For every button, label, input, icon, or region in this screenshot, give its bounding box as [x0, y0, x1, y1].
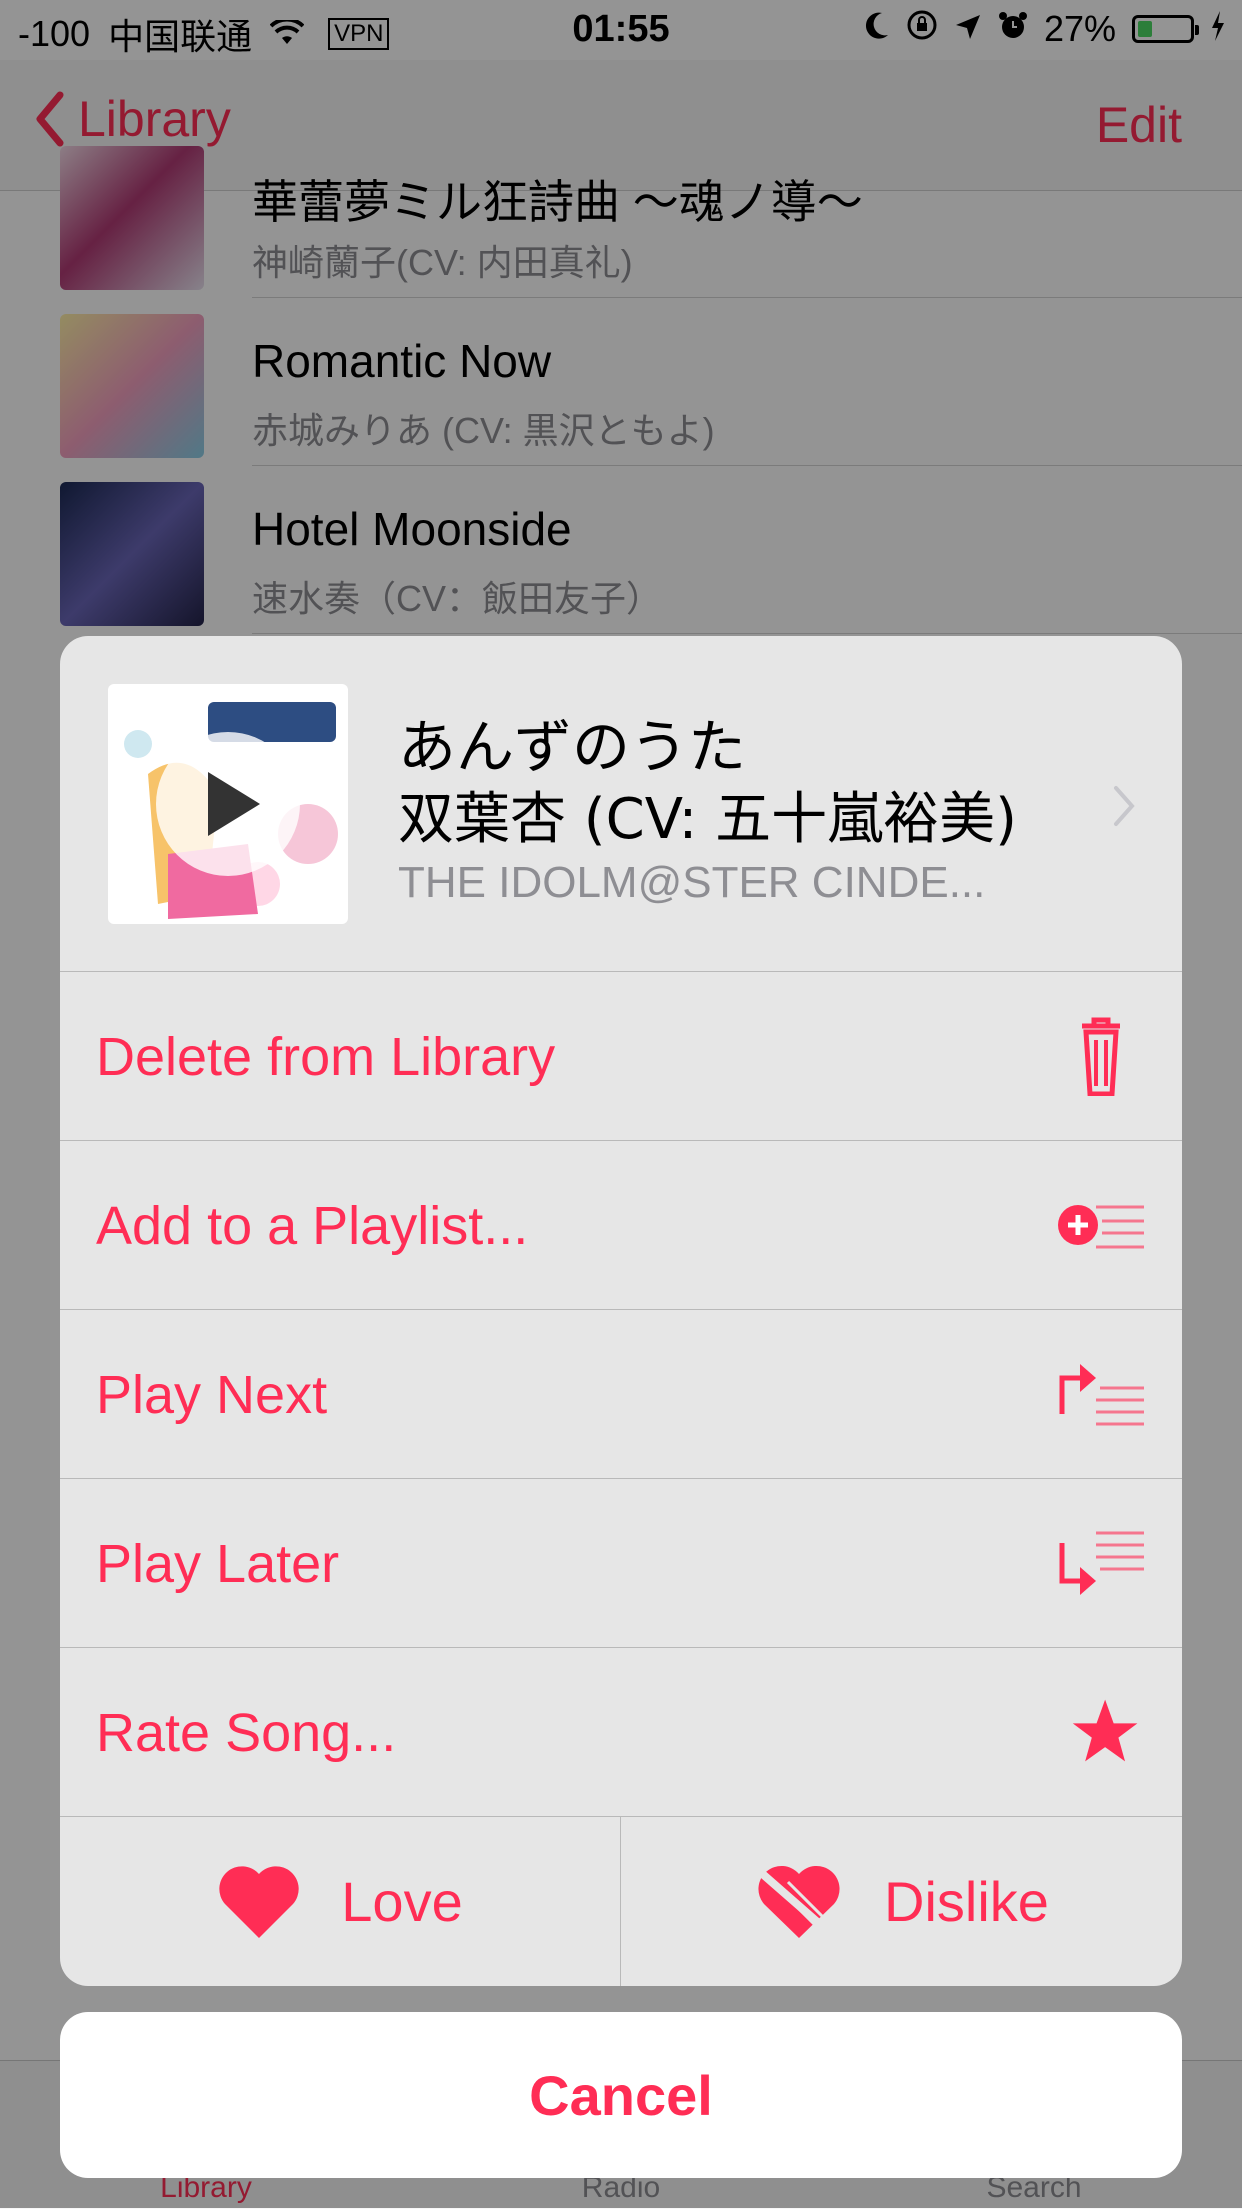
love-dislike-row: Love Dislike	[60, 1817, 1182, 1986]
heart-icon	[219, 1865, 299, 1938]
sheet-song-title: あんずのうた	[398, 713, 747, 781]
now-playing-header[interactable]: あんずのうた 双葉杏 (CV: 五十嵐裕美) THE IDOLM@STER CI…	[60, 636, 1182, 972]
add-to-playlist-icon	[1056, 1185, 1146, 1265]
love-label: Love	[341, 1870, 463, 1933]
play-later-icon	[1056, 1523, 1146, 1603]
love-button[interactable]: Love	[60, 1817, 621, 1986]
dislike-button[interactable]: Dislike	[621, 1817, 1182, 1986]
cancel-label: Cancel	[529, 2063, 713, 2127]
sheet-album-name: THE IDOLM@STER CINDE...	[398, 858, 986, 907]
play-next-button[interactable]: Play Next	[60, 1310, 1182, 1479]
play-later-button[interactable]: Play Later	[60, 1479, 1182, 1648]
action-label: Rate Song...	[96, 1703, 397, 1763]
album-art	[108, 684, 348, 924]
sheet-song-artist: 双葉杏 (CV: 五十嵐裕美)	[398, 787, 1018, 852]
action-label: Delete from Library	[96, 1027, 556, 1087]
play-next-icon	[1056, 1354, 1146, 1434]
rate-song-button[interactable]: Rate Song...	[60, 1648, 1182, 1817]
action-sheet: あんずのうた 双葉杏 (CV: 五十嵐裕美) THE IDOLM@STER CI…	[60, 636, 1182, 1986]
action-label: Add to a Playlist...	[96, 1196, 529, 1256]
chevron-right-icon	[1112, 784, 1136, 833]
add-to-playlist-button[interactable]: Add to a Playlist...	[60, 1141, 1182, 1310]
dislike-label: Dislike	[884, 1870, 1049, 1933]
broken-heart-icon	[755, 1865, 841, 1942]
cancel-button[interactable]: Cancel	[60, 2012, 1182, 2178]
play-button[interactable]	[156, 732, 300, 876]
trash-icon	[1056, 1016, 1146, 1097]
play-icon	[208, 772, 260, 836]
star-icon	[1056, 1692, 1146, 1772]
delete-from-library-button[interactable]: Delete from Library	[60, 972, 1182, 1141]
action-label: Play Later	[96, 1534, 340, 1594]
action-label: Play Next	[96, 1365, 328, 1425]
